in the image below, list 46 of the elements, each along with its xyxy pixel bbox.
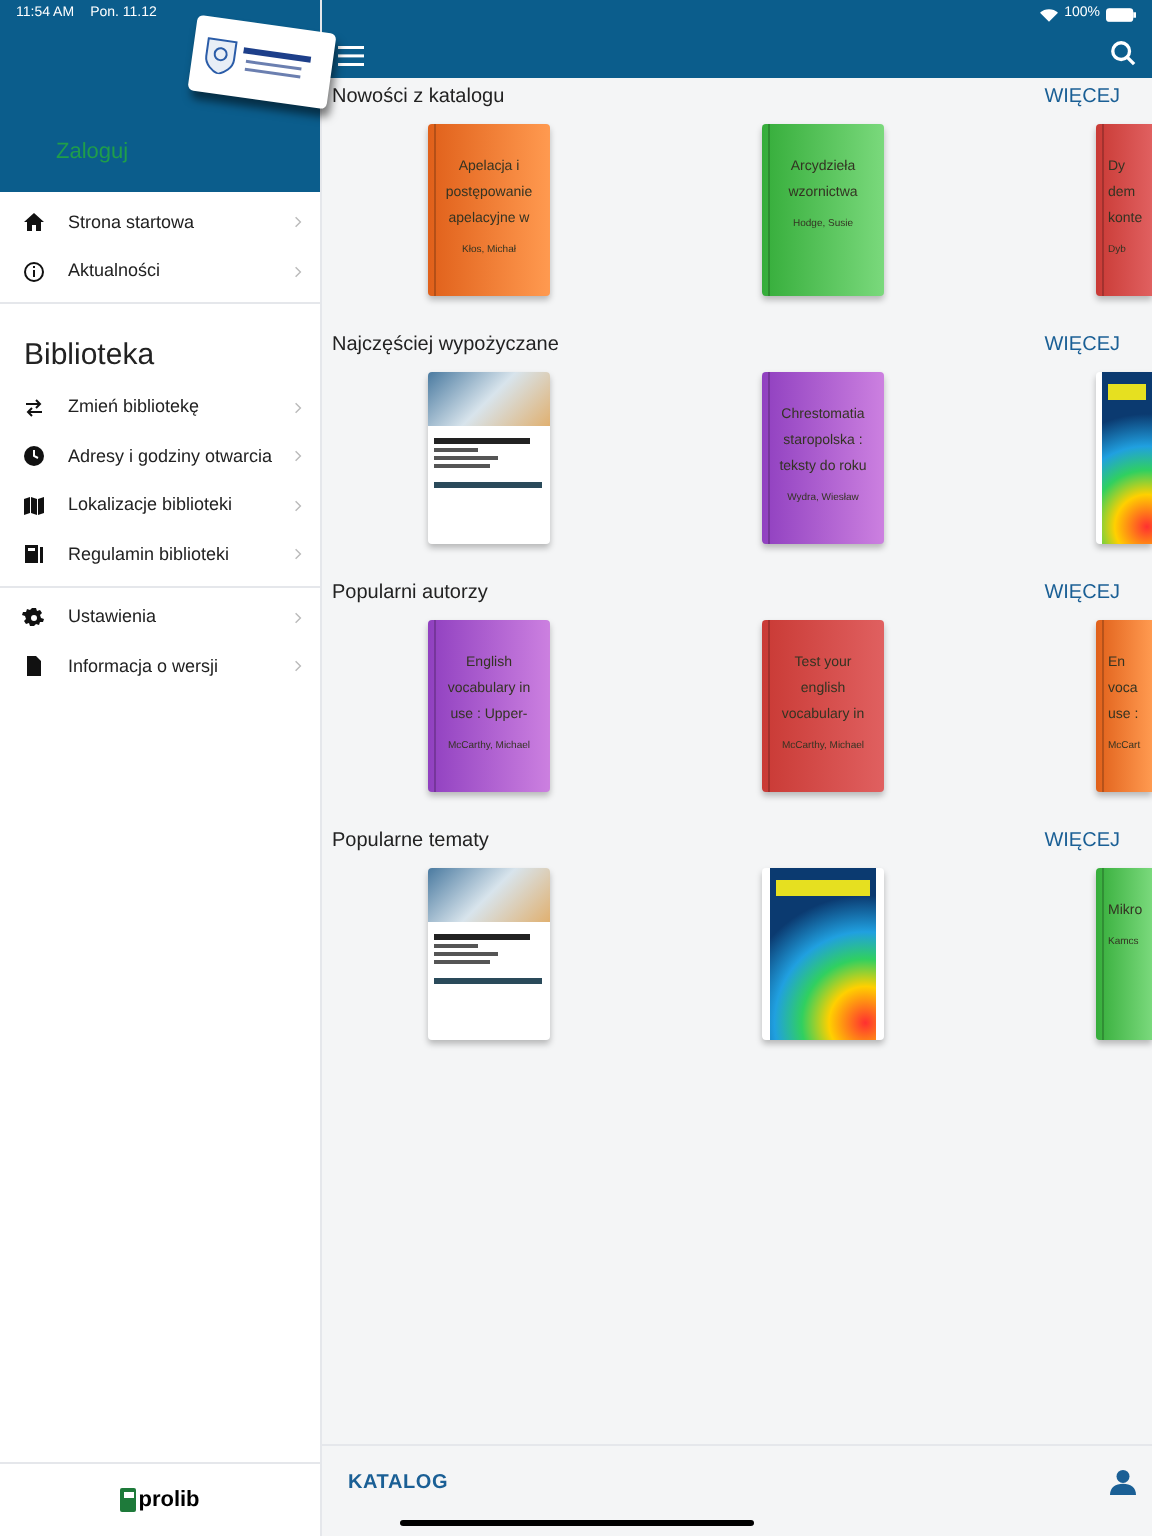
- chevron-right-icon: [292, 497, 304, 514]
- chevron-right-icon: [292, 658, 304, 675]
- menu-item[interactable]: Lokalizacje biblioteki: [0, 481, 320, 530]
- chevron-right-icon: [292, 609, 304, 626]
- more-link[interactable]: WIĘCEJ: [1044, 329, 1120, 359]
- person-icon: [1110, 1468, 1136, 1496]
- section-title: Popularni autorzy: [332, 579, 488, 607]
- menu-item[interactable]: Aktualności: [0, 247, 320, 296]
- menu-item[interactable]: Zmień bibliotekę: [0, 383, 320, 432]
- book-cover-image[interactable]: [1096, 372, 1152, 544]
- prolib-logo-text: prolib: [138, 1485, 200, 1516]
- search-icon: [1110, 40, 1136, 66]
- home-icon: [22, 210, 46, 235]
- menu-item[interactable]: Informacja o wersji: [0, 642, 320, 691]
- swap-arrows-icon: [22, 395, 46, 420]
- wifi-icon: [1040, 7, 1059, 21]
- book-cover-image[interactable]: [428, 868, 550, 1040]
- logo-lines-drawing: [240, 45, 316, 84]
- map-icon: [22, 493, 46, 518]
- clock-icon: [22, 444, 46, 469]
- prolib-logo-icon: [120, 1488, 137, 1512]
- chevron-right-icon: [292, 546, 304, 563]
- section-title: Popularne tematy: [332, 827, 489, 855]
- section-title: Nowości z katalogu: [332, 83, 505, 111]
- file-icon: [22, 654, 46, 679]
- section-title: Najczęściej wypożyczane: [332, 331, 559, 359]
- chevron-right-icon: [292, 399, 304, 416]
- menu-item[interactable]: Adresy i godziny otwarcia: [0, 432, 320, 481]
- menu-item[interactable]: Strona startowa: [0, 198, 320, 247]
- more-link[interactable]: WIĘCEJ: [1044, 577, 1120, 607]
- book-cover-image[interactable]: [428, 372, 550, 544]
- section-heading: Biblioteka: [22, 336, 157, 376]
- crest-icon: [202, 36, 239, 77]
- info-icon: [22, 259, 46, 284]
- gear-icon: [22, 605, 46, 630]
- menu-item[interactable]: Ustawienia: [0, 593, 320, 642]
- book-cover-image[interactable]: [762, 868, 884, 1040]
- menu-icon: [338, 46, 364, 66]
- chevron-right-icon: [292, 448, 304, 465]
- book-icon: [22, 542, 46, 567]
- more-link[interactable]: WIĘCEJ: [1044, 81, 1120, 111]
- chevron-right-icon: [292, 214, 304, 231]
- menu-item[interactable]: Regulamin biblioteki: [0, 530, 320, 579]
- chevron-right-icon: [292, 263, 304, 280]
- catalog-tab[interactable]: KATALOG: [348, 1467, 449, 1497]
- more-link[interactable]: WIĘCEJ: [1044, 825, 1120, 855]
